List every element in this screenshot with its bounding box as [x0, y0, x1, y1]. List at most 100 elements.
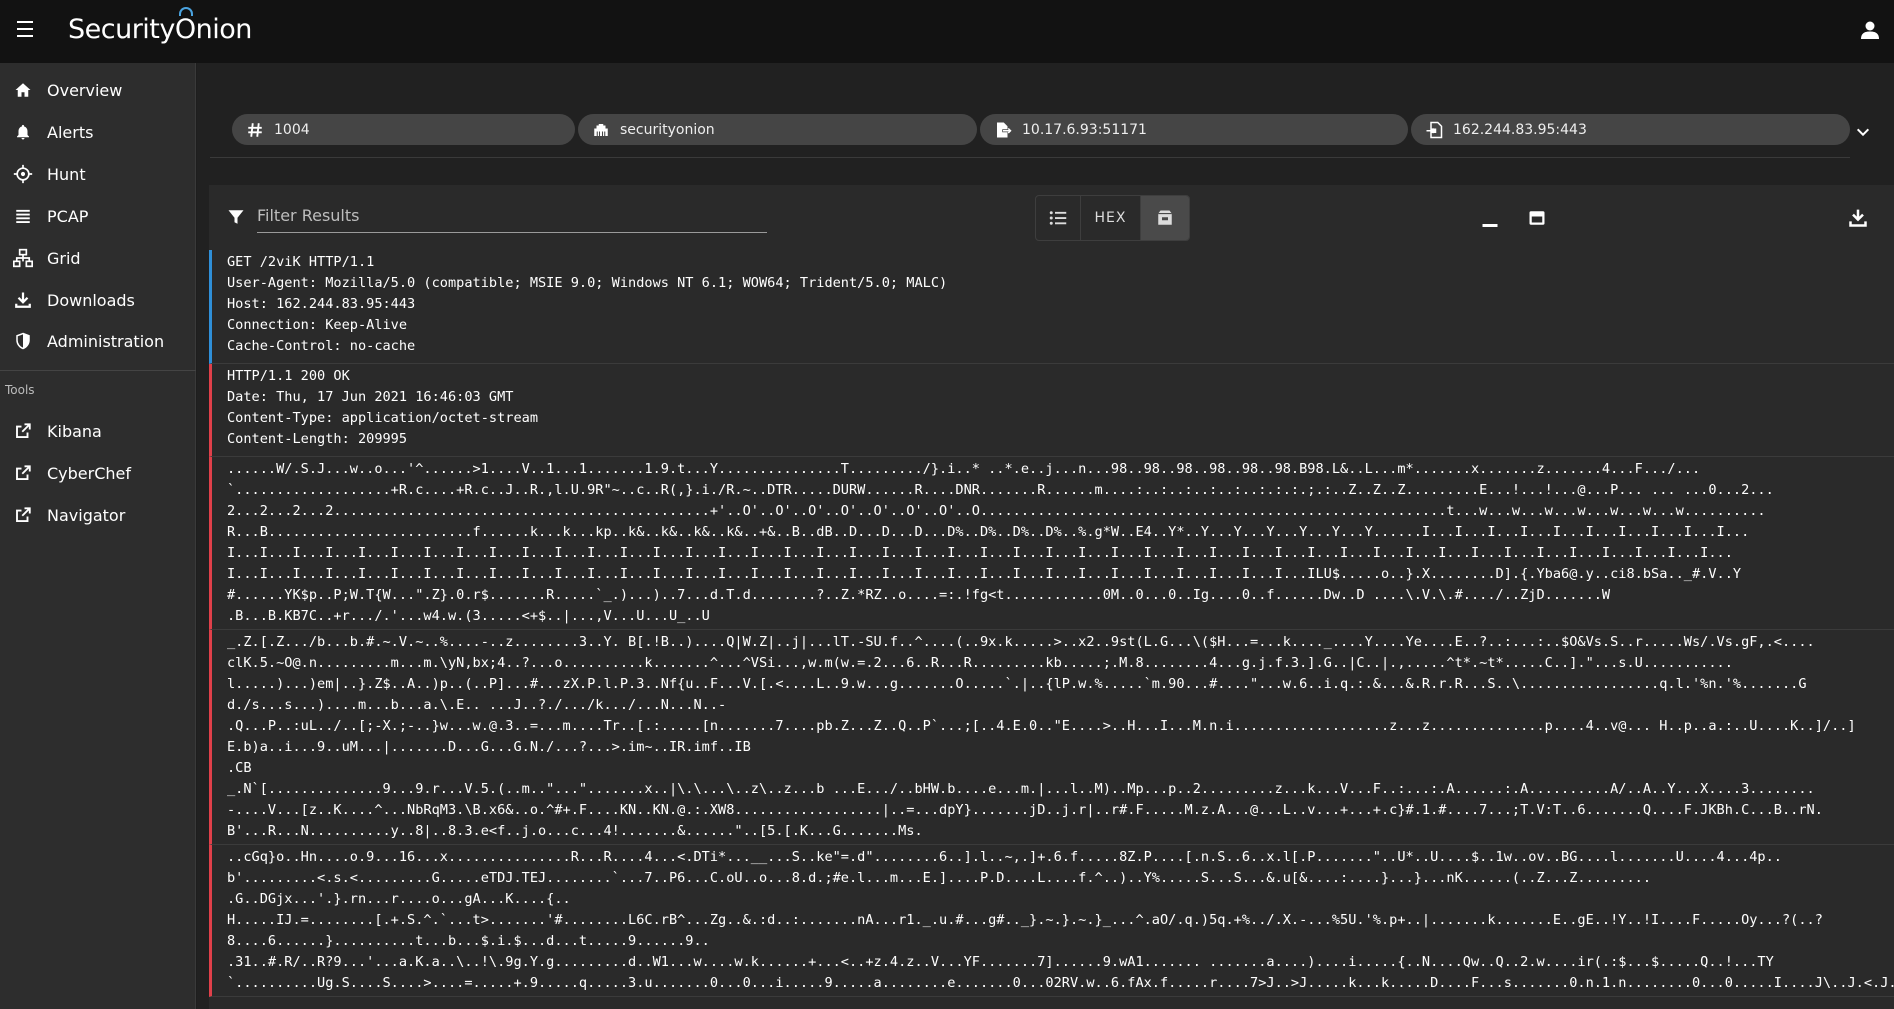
external-link-icon: [13, 505, 33, 525]
transcript-line: Date: Thu, 17 Jun 2021 16:46:03 GMT: [227, 389, 514, 405]
transcript-line: I...I...I...I...I...I...I...I...I...I...…: [227, 566, 1742, 582]
transcript-line: _.N`[..............9...9.r...V.5.(..m.."…: [227, 781, 1815, 797]
transcript-line: `..........Ug.S....S....>....=.....+.9..…: [227, 975, 1894, 991]
transcript-line: clK.5.~O@.n.........m...m.\yN,bx;4..?...…: [227, 655, 1733, 671]
request-block: GET /2viK HTTP/1.1 User-Agent: Mozilla/5.…: [209, 250, 1894, 364]
ethernet-port-icon: [594, 124, 608, 136]
transcript-line: .B...B.KB7C..+r.../.'...w4.w.(3.....<+$.…: [227, 608, 710, 624]
chip-destination[interactable]: 162.244.83.95:443: [1411, 114, 1850, 145]
transcript-line: ......W/.S.J...w..o...'^......>1....V..1…: [227, 461, 1701, 477]
transcript-line: 2...2...2...2...........................…: [227, 503, 1766, 519]
logo-text: Security: [68, 14, 175, 45]
chevron-down-icon[interactable]: [1855, 124, 1871, 140]
transcript-line: ..cGq}o..Hn....o.9...16...x.............…: [227, 849, 1782, 865]
transcript-line: -....V...[z..K....^...NbRqM3.\B.x6&..o.^…: [227, 802, 1823, 818]
transcript-line: b'.........<.s.<.........G.....eTDJ.TEJ.…: [227, 870, 1652, 886]
sidebar-item-cyberchef[interactable]: CyberChef: [0, 453, 196, 493]
sidebar-item-label: Grid: [47, 248, 81, 268]
chip-sensor[interactable]: securityonion: [578, 114, 977, 145]
top-app-bar: Security Onion: [0, 0, 1894, 63]
external-link-icon: [13, 421, 33, 441]
transcript-line: R...B.........................f......k..…: [227, 524, 1750, 540]
source-value: 10.17.6.93:51171: [1022, 121, 1147, 138]
hash-icon: [248, 123, 262, 137]
transcript-line: Host: 162.244.83.95:443: [227, 296, 416, 312]
sidebar-item-label: Hunt: [47, 164, 86, 184]
sidebar-item-label: PCAP: [47, 206, 89, 226]
download-icon[interactable]: [1848, 207, 1868, 229]
pcap-transcript: GET /2viK HTTP/1.1 User-Agent: Mozilla/5.…: [209, 250, 1894, 1009]
sidebar-item-pcap[interactable]: PCAP: [0, 196, 196, 236]
transcript-line: I...I...I...I...I...I...I...I...I...I...…: [227, 545, 1733, 561]
sidebar-item-label: Downloads: [47, 290, 135, 310]
list-icon: [13, 206, 33, 226]
view-mode-toggle: HEX: [1035, 195, 1190, 241]
sidebar: Overview Alerts Hunt PCAP Grid Downloads: [0, 63, 196, 1009]
transcript-line: 8....6......}..........t...b...$.i.$...d…: [227, 933, 710, 949]
transcript-line: H.....IJ.=........[.+.S.^.`...t>.......'…: [227, 912, 1823, 928]
event-id-value: 1004: [274, 121, 310, 138]
chip-source[interactable]: 10.17.6.93:51171: [980, 114, 1408, 145]
sidebar-item-label: Alerts: [47, 122, 94, 142]
minimize-icon[interactable]: [1480, 212, 1500, 230]
transcript-line: Content-Length: 209995: [227, 431, 408, 447]
destination-value: 162.244.83.95:443: [1453, 121, 1587, 138]
sensor-value: securityonion: [620, 121, 715, 138]
sidebar-item-grid[interactable]: Grid: [0, 238, 196, 278]
connection-summary: 1004 securityonion 10.17.6.93:51171 162.…: [210, 100, 1850, 158]
logo-text-suffix: nion: [195, 14, 253, 45]
transcript-line: Cache-Control: no-cache: [227, 338, 416, 354]
sidebar-item-alerts[interactable]: Alerts: [0, 112, 196, 152]
sidebar-item-kibana[interactable]: Kibana: [0, 411, 196, 451]
sidebar-item-label: Navigator: [47, 505, 126, 525]
transcript-line: `...................+R.c....+R.c..J..R.,…: [227, 482, 1774, 498]
sidebar-item-navigator[interactable]: Navigator: [0, 495, 196, 535]
sidebar-divider: [0, 370, 196, 371]
transcript-line: E.b)a..i...9..uM...|.......D...G...G.N./…: [227, 739, 751, 755]
sidebar-item-overview[interactable]: Overview: [0, 70, 196, 110]
logo-onion-mark: O: [175, 7, 196, 45]
pcap-results-panel: HEX GET /2viK HTTP/1.1 User-Agent: Mozill…: [209, 185, 1894, 1009]
app-logo: Security Onion: [68, 7, 253, 45]
external-link-icon: [13, 463, 33, 483]
filter-icon: [228, 210, 244, 224]
tools-section-label: Tools: [5, 383, 35, 397]
home-icon: [13, 80, 33, 100]
download-icon: [13, 290, 33, 310]
transcript-line: d./s...s...)....m...b...a.\.E.. ...J..?.…: [227, 697, 727, 713]
transcript-line: HTTP/1.1 200 OK: [227, 368, 350, 384]
sidebar-item-hunt[interactable]: Hunt: [0, 154, 196, 194]
file-export-icon: [997, 122, 1012, 138]
transcript-line: l.....)...)em|..}.Z$..A..)p..(..P]...#..…: [227, 676, 1807, 692]
shield-icon: [13, 331, 33, 351]
user-account-icon[interactable]: [1858, 18, 1882, 42]
filter-results-input[interactable]: [257, 199, 767, 233]
list-view-button[interactable]: [1036, 196, 1082, 240]
response-data-block: ..cGq}o..Hn....o.9...16...x.............…: [209, 845, 1894, 997]
network-icon: [13, 248, 33, 268]
results-toolbar: HEX: [209, 185, 1894, 250]
transcript-line: GET /2viK HTTP/1.1: [227, 254, 375, 270]
hex-view-button[interactable]: HEX: [1081, 196, 1141, 240]
hamburger-menu-icon[interactable]: [14, 21, 36, 41]
transcript-line: .Q...P..:uL../..[;-X.;-..}w...w.@.3..=..…: [227, 718, 1856, 734]
chip-event-id[interactable]: 1004: [232, 114, 575, 145]
package-icon: [1158, 210, 1172, 225]
sidebar-item-label: Overview: [47, 80, 123, 100]
transcript-line: User-Agent: Mozilla/5.0 (compatible; MSI…: [227, 275, 948, 291]
window-maximize-icon[interactable]: [1528, 209, 1546, 227]
sidebar-item-label: Kibana: [47, 421, 102, 441]
transcript-view-button[interactable]: [1140, 196, 1189, 240]
sidebar-item-label: CyberChef: [47, 463, 132, 483]
transcript-line: Connection: Keep-Alive: [227, 317, 408, 333]
sidebar-item-administration[interactable]: Administration: [0, 321, 196, 361]
response-data-block: _.Z.[.Z.../b...b.#.~.V.~..%....-..z.....…: [209, 630, 1894, 845]
response-header-block: HTTP/1.1 200 OK Date: Thu, 17 Jun 2021 16…: [209, 364, 1894, 457]
transcript-line: _.Z.[.Z.../b...b.#.~.V.~..%....-..z.....…: [227, 634, 1815, 650]
response-data-block: ......W/.S.J...w..o...'^......>1....V..1…: [209, 457, 1894, 630]
sidebar-item-downloads[interactable]: Downloads: [0, 280, 196, 320]
transcript-line: .31..#.R/..R?9...'...a.K.a..\..!\.9g.Y.g…: [227, 954, 1774, 970]
sidebar-item-label: Administration: [47, 331, 165, 351]
transcript-line: #......YK$p..P;W.T{W...".Z}.0.r$.......R…: [227, 587, 1611, 603]
bell-icon: [13, 122, 33, 142]
